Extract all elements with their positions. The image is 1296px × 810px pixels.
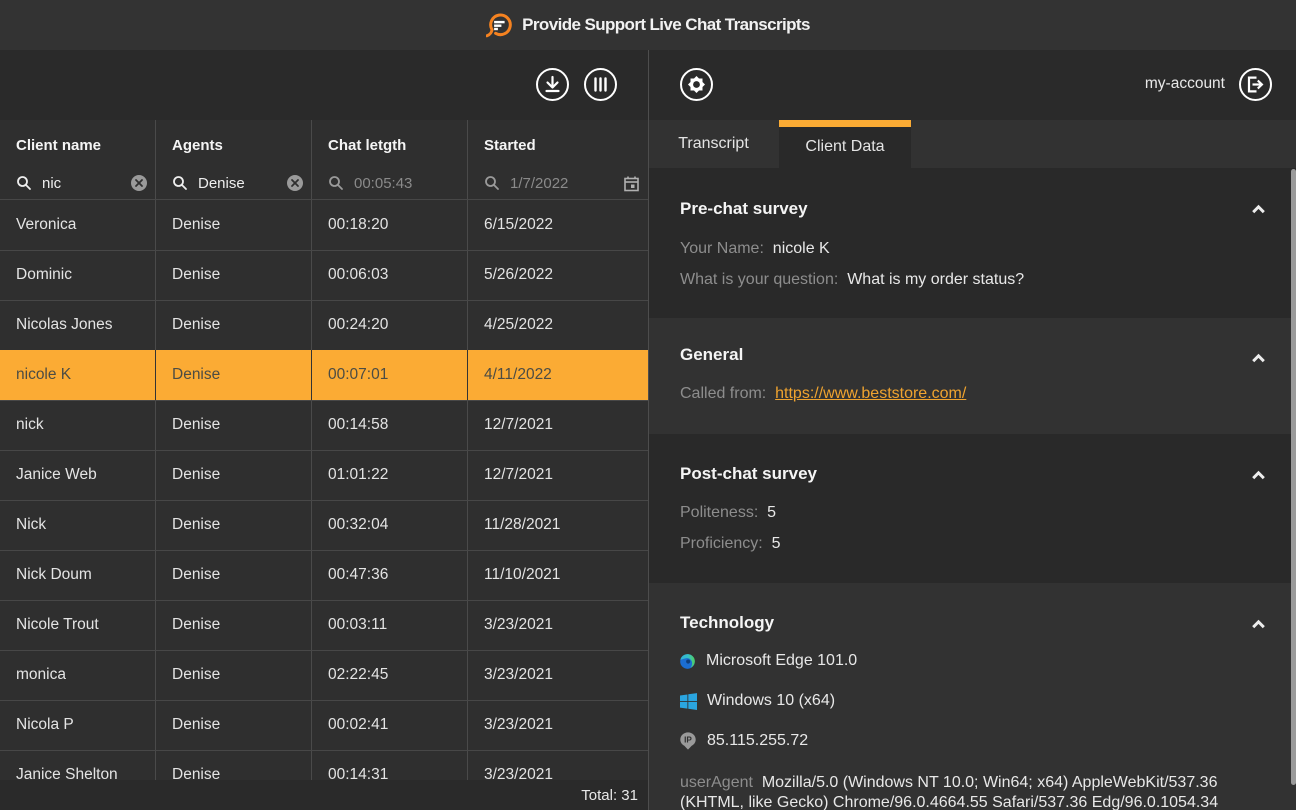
svg-text:IP: IP xyxy=(684,736,692,745)
